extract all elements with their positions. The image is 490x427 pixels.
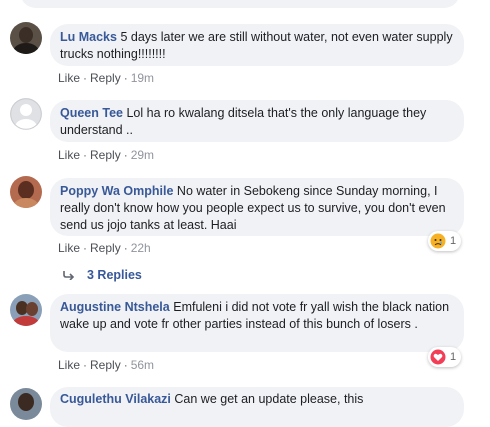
sad-reaction-icon: [430, 233, 446, 249]
reply-arrow-icon: [63, 271, 75, 280]
comment-bubble: Queen Tee Lol ha ro kwalang ditsela that…: [50, 100, 464, 142]
comment-author[interactable]: Poppy Wa Omphile: [60, 184, 173, 198]
like-button[interactable]: Like: [58, 241, 80, 255]
comment-text: 5 days later we are still without water,…: [60, 30, 453, 61]
comment-time[interactable]: 19m: [131, 71, 154, 85]
comment-actions: Like · Reply · 29m: [58, 148, 155, 162]
comment-actions: Like · Reply · 19m: [58, 71, 155, 85]
reaction-count: 1: [450, 235, 457, 247]
comment-bubble: Cugulethu Vilakazi Can we get an update …: [50, 387, 464, 427]
comment-time[interactable]: 56m: [131, 358, 154, 372]
previous-comment-bubble: [20, 0, 460, 8]
comment-author[interactable]: Cugulethu Vilakazi: [60, 392, 171, 406]
reply-button[interactable]: Reply: [90, 71, 121, 85]
replies-label: 3 Replies: [87, 268, 142, 282]
avatar[interactable]: [10, 176, 42, 208]
avatar[interactable]: [10, 388, 42, 420]
reaction-summary[interactable]: 1: [428, 347, 462, 367]
comment-bubble: Poppy Wa Omphile No water in Sebokeng si…: [50, 178, 464, 236]
reply-button[interactable]: Reply: [90, 241, 121, 255]
comment-author[interactable]: Lu Macks: [60, 30, 117, 44]
like-button[interactable]: Like: [58, 358, 80, 372]
comment-bubble: Augustine Ntshela Emfuleni i did not vot…: [50, 294, 464, 352]
comment-time[interactable]: 22h: [131, 241, 151, 255]
comment-author[interactable]: Augustine Ntshela: [60, 300, 170, 314]
avatar[interactable]: [10, 22, 42, 54]
reply-button[interactable]: Reply: [90, 358, 121, 372]
avatar[interactable]: [10, 98, 42, 130]
like-button[interactable]: Like: [58, 148, 80, 162]
like-button[interactable]: Like: [58, 71, 80, 85]
reaction-summary[interactable]: 1: [428, 231, 462, 251]
avatar[interactable]: [10, 294, 42, 326]
view-replies-link[interactable]: 3 Replies: [63, 268, 142, 282]
comment-bubble: Lu Macks 5 days later we are still witho…: [50, 24, 464, 66]
comment-actions: Like · Reply · 56m: [58, 358, 155, 372]
comment-time[interactable]: 29m: [131, 148, 154, 162]
comment-text: Can we get an update please, this: [174, 392, 364, 406]
love-reaction-icon: [430, 349, 446, 365]
reply-button[interactable]: Reply: [90, 148, 121, 162]
comment-actions: Like · Reply · 22h: [58, 241, 151, 255]
reaction-count: 1: [450, 351, 457, 363]
comment-author[interactable]: Queen Tee: [60, 106, 123, 120]
